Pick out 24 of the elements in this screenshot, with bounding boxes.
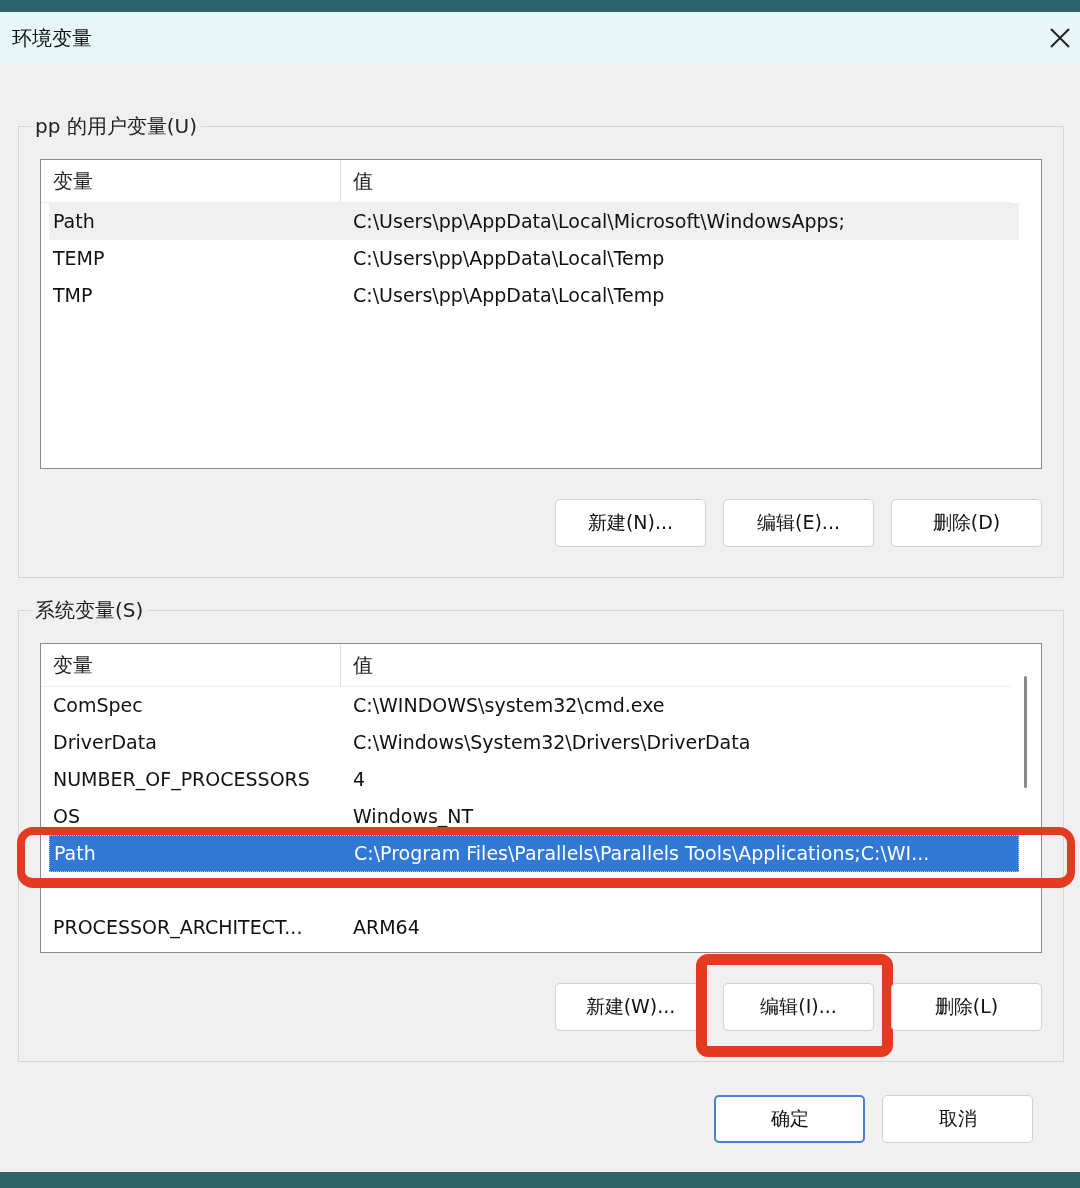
group-label: pp 的用户变量(U) <box>31 113 201 140</box>
scrollbar-thumb[interactable] <box>1024 676 1027 788</box>
dialog-button[interactable]: 编辑(I)... <box>723 983 874 1031</box>
column-header[interactable]: 变量 <box>41 160 341 202</box>
list-row[interactable]: TMP C:\Users\pp\AppData\Local\Temp <box>49 277 1019 314</box>
list-row[interactable]: Path C:\Users\pp\AppData\Local\Microsoft\WindowsApps; <box>49 203 1019 240</box>
dialog-button[interactable]: 删除(D) <box>891 499 1042 547</box>
dialog-button[interactable]: 新建(N)... <box>555 499 706 547</box>
column-header[interactable]: 值 <box>341 644 1011 686</box>
dialog-button[interactable]: 编辑(E)... <box>723 499 874 547</box>
column-header[interactable]: 值 <box>341 160 1011 202</box>
dialog-button[interactable]: 取消 <box>882 1095 1033 1143</box>
list-row[interactable]: PROCESSOR_ARCHITECT... ARM64 <box>49 909 1019 946</box>
list-row[interactable]: NUMBER_OF_PROCESSORS 4 <box>49 761 1019 798</box>
dialog-button[interactable]: 删除(L) <box>891 983 1042 1031</box>
list-row[interactable]: Path C:\Program Files\Parallels\Parallels Tools\Applications;C:\WI... <box>49 835 1019 872</box>
list-row[interactable]: ComSpec C:\WINDOWS\system32\cmd.exe <box>49 687 1019 724</box>
column-header[interactable]: 变量 <box>41 644 341 686</box>
window-title: 环境变量 <box>12 24 92 52</box>
list-row[interactable]: OS Windows_NT <box>49 798 1019 835</box>
dialog-button[interactable]: 确定 <box>714 1095 865 1143</box>
close-icon[interactable] <box>1050 28 1070 48</box>
list-row[interactable]: TEMP C:\Users\pp\AppData\Local\Temp <box>49 240 1019 277</box>
list-row[interactable]: DriverData C:\Windows\System32\Drivers\DriverData <box>49 724 1019 761</box>
